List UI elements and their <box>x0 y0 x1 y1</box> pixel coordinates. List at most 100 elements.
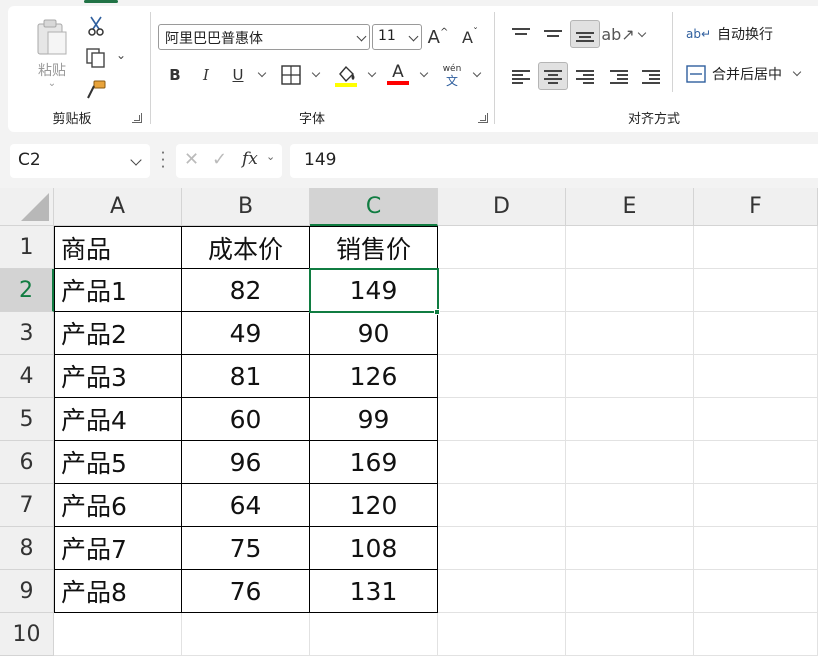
cell-e4[interactable] <box>566 355 694 398</box>
cell-d6[interactable] <box>438 441 566 484</box>
cell-f5[interactable] <box>694 398 818 441</box>
row-header-2[interactable]: 2 <box>0 269 54 312</box>
cell-e2[interactable] <box>566 269 694 312</box>
cell-b10[interactable] <box>182 613 310 656</box>
column-header-a[interactable]: A <box>54 188 182 226</box>
cell-b1[interactable]: 成本价 <box>182 226 310 269</box>
cell-d8[interactable] <box>438 527 566 570</box>
fill-color-dropdown[interactable] <box>360 62 378 88</box>
align-bottom-button[interactable] <box>570 20 600 48</box>
cell-a2[interactable]: 产品1 <box>54 269 182 312</box>
cell-e10[interactable] <box>566 613 694 656</box>
cell-c7[interactable]: 120 <box>310 484 438 527</box>
font-launcher-icon[interactable] <box>478 113 488 123</box>
fill-handle[interactable] <box>434 309 440 315</box>
orientation-dropdown[interactable] <box>632 22 647 48</box>
font-name-select[interactable]: 阿里巴巴普惠体 <box>158 24 370 50</box>
cell-a9[interactable]: 产品8 <box>54 570 182 613</box>
underline-dropdown[interactable] <box>250 62 268 88</box>
cell-c5[interactable]: 99 <box>310 398 438 441</box>
cell-a6[interactable]: 产品5 <box>54 441 182 484</box>
underline-button[interactable]: U <box>228 62 248 88</box>
paste-button[interactable]: 粘贴 ⌄ <box>26 14 78 94</box>
chevron-down-icon[interactable] <box>130 154 142 166</box>
cell-a3[interactable]: 产品2 <box>54 312 182 355</box>
chevron-down-icon[interactable] <box>792 67 802 77</box>
cell-d10[interactable] <box>438 613 566 656</box>
cell-c6[interactable]: 169 <box>310 441 438 484</box>
cancel-icon[interactable]: ✕ <box>184 149 199 170</box>
row-header-4[interactable]: 4 <box>0 355 54 398</box>
cell-f8[interactable] <box>694 527 818 570</box>
cell-b2[interactable]: 82 <box>182 269 310 312</box>
row-header-1[interactable]: 1 <box>0 226 54 269</box>
bold-button[interactable]: B <box>164 62 186 88</box>
align-middle-button[interactable] <box>538 20 568 48</box>
increase-font-size-button[interactable]: A ^ <box>426 24 450 50</box>
cell-f4[interactable] <box>694 355 818 398</box>
column-header-f[interactable]: F <box>694 188 818 226</box>
cell-a8[interactable]: 产品7 <box>54 527 182 570</box>
select-all-button[interactable] <box>0 188 54 226</box>
cell-e6[interactable] <box>566 441 694 484</box>
cell-f10[interactable] <box>694 613 818 656</box>
format-painter-icon[interactable] <box>84 78 108 102</box>
cell-f9[interactable] <box>694 570 818 613</box>
row-header-5[interactable]: 5 <box>0 398 54 441</box>
chevron-down-icon[interactable]: ⌄ <box>266 150 275 163</box>
row-header-7[interactable]: 7 <box>0 484 54 527</box>
cell-e7[interactable] <box>566 484 694 527</box>
chevron-down-icon[interactable]: ⌄ <box>26 78 78 89</box>
column-header-c[interactable]: C <box>310 188 438 226</box>
cell-b8[interactable]: 75 <box>182 527 310 570</box>
borders-icon[interactable] <box>280 64 302 86</box>
cell-c9[interactable]: 131 <box>310 570 438 613</box>
cell-d9[interactable] <box>438 570 566 613</box>
phonetic-guide-button[interactable]: wén 文 <box>438 60 466 90</box>
copy-icon[interactable] <box>84 46 108 70</box>
copy-dropdown-icon[interactable]: ⌄ <box>116 48 126 62</box>
cell-a5[interactable]: 产品4 <box>54 398 182 441</box>
decrease-indent-button[interactable] <box>604 62 634 90</box>
align-left-button[interactable] <box>506 62 536 90</box>
cell-b4[interactable]: 81 <box>182 355 310 398</box>
merge-center-button[interactable]: 合并后居中 <box>686 60 802 88</box>
font-size-select[interactable]: 11 <box>372 24 422 50</box>
wrap-text-button[interactable]: ab↵ 自动换行 <box>686 20 773 48</box>
insert-function-icon[interactable]: fx <box>242 149 258 169</box>
cell-d1[interactable] <box>438 226 566 269</box>
cell-c4[interactable]: 126 <box>310 355 438 398</box>
cell-b9[interactable]: 76 <box>182 570 310 613</box>
cell-c8[interactable]: 108 <box>310 527 438 570</box>
cell-e9[interactable] <box>566 570 694 613</box>
font-color-dropdown[interactable] <box>412 62 430 88</box>
formula-input[interactable]: 149 <box>290 144 818 178</box>
borders-dropdown[interactable] <box>304 62 322 88</box>
cell-b3[interactable]: 49 <box>182 312 310 355</box>
name-box[interactable]: C2 <box>10 144 150 178</box>
cell-c10[interactable] <box>310 613 438 656</box>
column-header-b[interactable]: B <box>182 188 310 226</box>
fill-color-icon[interactable] <box>334 62 358 88</box>
cell-f6[interactable] <box>694 441 818 484</box>
cell-f2[interactable] <box>694 269 818 312</box>
cell-d2[interactable] <box>438 269 566 312</box>
cell-b5[interactable]: 60 <box>182 398 310 441</box>
cut-icon[interactable] <box>84 14 108 38</box>
cell-d3[interactable] <box>438 312 566 355</box>
italic-button[interactable]: I <box>196 62 216 88</box>
cell-a10[interactable] <box>54 613 182 656</box>
row-header-6[interactable]: 6 <box>0 441 54 484</box>
cell-b6[interactable]: 96 <box>182 441 310 484</box>
row-header-8[interactable]: 8 <box>0 527 54 570</box>
phonetic-dropdown[interactable] <box>466 62 482 88</box>
cell-a1[interactable]: 商品 <box>54 226 182 269</box>
cell-c3[interactable]: 90 <box>310 312 438 355</box>
column-header-e[interactable]: E <box>566 188 694 226</box>
cell-a4[interactable]: 产品3 <box>54 355 182 398</box>
cell-f1[interactable] <box>694 226 818 269</box>
cell-a7[interactable]: 产品6 <box>54 484 182 527</box>
cell-d4[interactable] <box>438 355 566 398</box>
cell-e1[interactable] <box>566 226 694 269</box>
cell-f7[interactable] <box>694 484 818 527</box>
